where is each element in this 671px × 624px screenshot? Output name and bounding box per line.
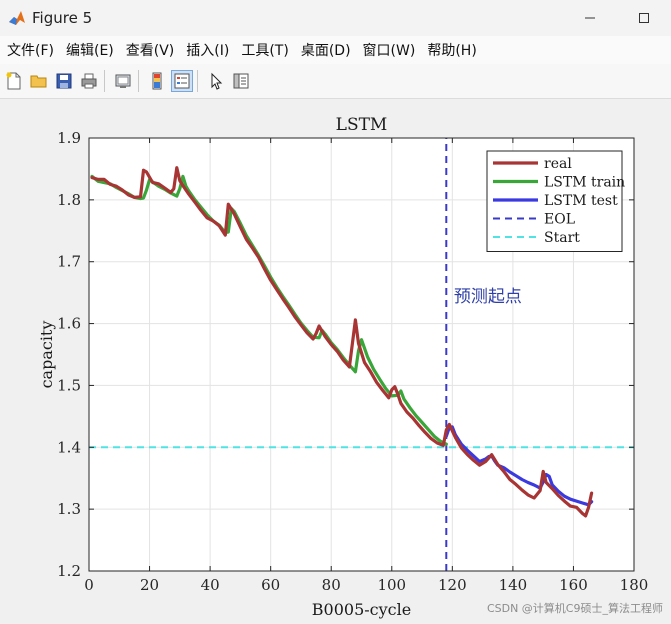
link-plot-icon[interactable]	[112, 70, 134, 92]
new-figure-icon[interactable]	[3, 70, 25, 92]
x-tick-label: 0	[84, 576, 94, 594]
legend-icon[interactable]	[171, 70, 193, 92]
x-tick-label: 160	[559, 576, 588, 594]
chart-title: LSTM	[336, 115, 388, 135]
lstm-capacity-chart: 0 20 40 60 80 100 120 140 160 180 1.2 1.3 1.4 1.5 1.6 1…	[37, 115, 649, 619]
property-inspector-icon[interactable]	[230, 70, 252, 92]
y-tick-label: 1.5	[57, 376, 81, 394]
maximize-button[interactable]	[617, 0, 671, 36]
legend[interactable]: real LSTM train LSTM test EOL Start	[486, 150, 625, 252]
y-tick-label: 1.8	[57, 191, 81, 209]
x-tick-label: 20	[140, 576, 159, 594]
x-tick-label: 40	[201, 576, 220, 594]
menu-window[interactable]: 窗口(W)	[363, 40, 416, 60]
print-icon[interactable]	[78, 70, 100, 92]
y-tick-label: 1.3	[57, 500, 81, 518]
legend-label: EOL	[544, 212, 575, 228]
x-tick-label: 60	[261, 576, 280, 594]
matlab-logo-icon	[8, 9, 26, 27]
x-tick-label: 100	[377, 576, 406, 594]
x-axis-label: B0005-cycle	[312, 600, 411, 619]
legend-label: real	[544, 156, 572, 172]
x-tick-label: 180	[620, 576, 649, 594]
menu-help[interactable]: 帮助(H)	[427, 40, 476, 60]
colorbar-icon[interactable]	[146, 70, 168, 92]
y-tick-label: 1.2	[57, 562, 81, 580]
menu-view[interactable]: 查看(V)	[126, 40, 175, 60]
toolbar-separator	[138, 70, 139, 92]
menu-tools[interactable]: 工具(T)	[241, 40, 288, 60]
menu-desktop[interactable]: 桌面(D)	[301, 40, 351, 60]
menu-insert[interactable]: 插入(I)	[186, 40, 229, 60]
menu-edit[interactable]: 编辑(E)	[66, 40, 114, 60]
window-controls	[563, 0, 671, 36]
y-tick-label: 1.9	[57, 129, 81, 147]
pointer-icon[interactable]	[205, 70, 227, 92]
watermark-text: CSDN @计算机C9硕士_算法工程师	[486, 602, 663, 615]
minimize-button[interactable]	[563, 0, 617, 36]
x-tick-label: 120	[438, 576, 467, 594]
y-tick-label: 1.4	[57, 438, 81, 456]
figure-canvas: 0 20 40 60 80 100 120 140 160 180 1.2 1.3 1.4 1.5 1.6 1…	[0, 99, 671, 620]
legend-label: LSTM train	[544, 175, 625, 191]
toolbar-separator	[197, 70, 198, 92]
y-tick-label: 1.7	[57, 253, 81, 271]
legend-label: Start	[544, 230, 580, 246]
menu-file[interactable]: 文件(F)	[7, 40, 54, 60]
menu-bar: 文件(F) 编辑(E) 查看(V) 插入(I) 工具(T) 桌面(D) 窗口(W…	[0, 36, 671, 64]
y-tick-label: 1.6	[57, 315, 81, 333]
figure-toolbar	[0, 64, 671, 99]
x-tick-label: 140	[499, 576, 528, 594]
prediction-start-annotation: 预测起点	[454, 287, 522, 307]
window-titlebar: Figure 5	[0, 0, 671, 36]
x-tick-label: 80	[322, 576, 341, 594]
toolbar-separator	[104, 70, 105, 92]
open-folder-icon[interactable]	[28, 70, 50, 92]
save-icon[interactable]	[53, 70, 75, 92]
window-title: Figure 5	[32, 9, 93, 27]
y-axis-label: capacity	[37, 321, 56, 389]
legend-label: LSTM test	[544, 193, 618, 209]
